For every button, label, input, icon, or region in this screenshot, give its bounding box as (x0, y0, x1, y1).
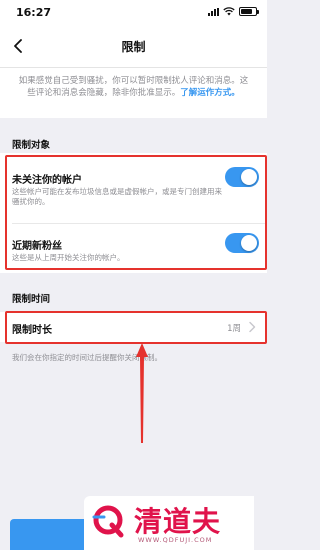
chevron-right-icon (249, 321, 256, 333)
duration-value: 1周 (227, 324, 241, 334)
nav-bar: 限制 (0, 24, 267, 68)
row-title-non-followers: 未关注你的帐户 (12, 175, 82, 186)
row-desc-new-followers: 这些是从上周开始关注你的帐户。 (12, 253, 125, 262)
divider (12, 223, 267, 224)
battery-icon (239, 7, 259, 16)
signal-icon (208, 7, 219, 16)
status-icons (208, 7, 259, 16)
learn-more-link[interactable]: 了解运作方式。 (180, 88, 240, 98)
duration-label: 限制时长 (12, 325, 52, 336)
arrow-up-annotation (136, 343, 148, 443)
restrict-who-card: 未关注你的帐户 这些帐户可能在发布垃圾信息或是虚假帐户，或是专门创建用来骚扰你的… (0, 153, 267, 273)
row-title-new-followers: 近期新粉丝 (12, 241, 62, 252)
watermark-logo: 清道夫 WWW.QDFUJI.COM (84, 496, 254, 550)
bottom-button[interactable] (10, 519, 90, 550)
row-desc-non-followers: 这些帐户可能在发布垃圾信息或是虚假帐户，或是专门创建用来骚扰你的。 (12, 187, 222, 206)
duration-row[interactable]: 限制时长 1周 (0, 312, 267, 342)
section-title-restrict-who: 限制对象 (12, 140, 51, 151)
section-title-restrict-time: 限制时间 (12, 294, 51, 305)
page-title: 限制 (121, 40, 146, 54)
status-bar: 16:27 (0, 0, 267, 24)
wifi-icon (223, 7, 235, 16)
status-time: 16:27 (16, 6, 52, 19)
brand-url: WWW.QDFUJI.COM (138, 536, 213, 544)
intro-text: 如果感觉自己受到骚扰，你可以暂时限制扰人评论和消息。这些评论和消息会隐藏，除非你… (0, 68, 267, 118)
toggle-non-followers[interactable] (225, 167, 259, 187)
brand-name: 清道夫 (134, 505, 222, 538)
brand-mark-icon (92, 505, 124, 538)
toggle-new-followers[interactable] (225, 233, 259, 253)
